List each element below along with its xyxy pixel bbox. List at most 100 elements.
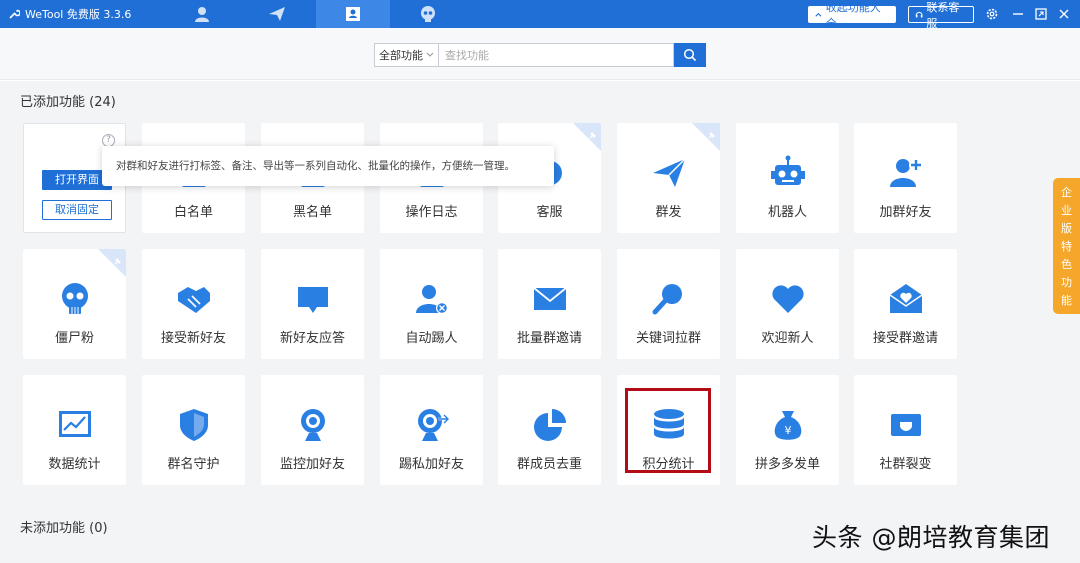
feature-card[interactable]: 社群裂变 [854, 375, 957, 485]
chevron-up-icon [815, 12, 822, 17]
search-bar: 全部功能 [0, 28, 1080, 80]
feature-card-label: 机器人 [767, 205, 807, 220]
feature-card-label: 拼多多发单 [754, 457, 820, 472]
kick-user-icon [412, 279, 452, 319]
nav-tab-send[interactable] [267, 4, 287, 24]
mail-open-heart-icon [886, 279, 926, 319]
enterprise-tab-char: 业 [1061, 204, 1072, 217]
search-button[interactable] [674, 43, 706, 67]
feature-card-label: 操作日志 [405, 205, 458, 220]
maximize-button[interactable] [1033, 6, 1049, 22]
feature-card-label: 群成员去重 [516, 457, 582, 472]
feature-card[interactable]: 自动踢人 [380, 249, 483, 359]
webcam-kick-icon [412, 405, 452, 445]
not-added-section-title: 未添加功能 (0) [20, 521, 108, 536]
search-icon [683, 48, 697, 62]
feature-card[interactable]: 加群好友 [854, 123, 957, 233]
feature-card[interactable]: 机器人 [736, 123, 839, 233]
unpin-button[interactable]: 取消固定 [42, 200, 112, 220]
send-icon [269, 7, 285, 21]
feature-card[interactable]: 僵尸粉 [23, 249, 126, 359]
headset-icon [915, 11, 923, 18]
webcam-icon [293, 405, 333, 445]
pie-chart-icon [530, 405, 570, 445]
close-button[interactable] [1056, 6, 1072, 22]
feature-card[interactable]: 批量群邀请 [498, 249, 601, 359]
nav-tab-user[interactable] [192, 4, 212, 24]
settings-button[interactable] [984, 6, 1000, 22]
enterprise-tab-char: 功 [1061, 276, 1072, 289]
enterprise-tab-char: 色 [1061, 258, 1072, 271]
add-friend-icon [886, 153, 926, 193]
feature-card[interactable]: 踢私加好友 [380, 375, 483, 485]
feature-card[interactable]: 关键词拉群 [617, 249, 720, 359]
maximize-icon [1035, 8, 1047, 20]
skull-icon [421, 6, 435, 22]
feature-card[interactable]: 接受群邀请 [854, 249, 957, 359]
feature-card-label: 批量群邀请 [516, 331, 582, 346]
chat-bubble-icon [293, 279, 333, 319]
mail-icon [530, 279, 570, 319]
nav-tab-contacts[interactable] [343, 4, 363, 24]
robot-icon [768, 153, 808, 193]
app-title: WeTool 免费版 3.3.6 [8, 6, 131, 22]
search-input[interactable] [438, 43, 674, 67]
pin-icon [587, 126, 597, 139]
enterprise-tab-char: 企 [1061, 186, 1072, 199]
contact-support-button[interactable]: 联系客服 [908, 1, 974, 30]
collapse-features-label: 收起功能大全 [825, 0, 881, 30]
feature-card-label: 自动踢人 [405, 331, 458, 346]
tag-icon [886, 405, 926, 445]
feature-card[interactable]: 接受新好友 [142, 249, 245, 359]
enterprise-features-tab[interactable]: 企业版特色功能 [1053, 178, 1080, 314]
heart-icon [768, 279, 808, 319]
close-icon [1059, 9, 1069, 19]
contact-support-label: 联系客服 [926, 0, 960, 30]
feature-card[interactable]: 欢迎新人 [736, 249, 839, 359]
minimize-icon [1013, 13, 1023, 15]
feature-card-label: 监控加好友 [279, 457, 345, 472]
user-icon [195, 7, 209, 22]
feature-tooltip: 对群和好友进行打标签、备注、导出等一系列自动化、批量化的操作，方便统一管理。 [102, 146, 554, 186]
feature-card-label: 客服 [536, 205, 563, 220]
feature-card-label: 接受群邀请 [872, 331, 938, 346]
feature-card-label: 加群好友 [879, 205, 932, 220]
gear-icon [986, 8, 998, 20]
feature-card[interactable]: 群名守护 [142, 375, 245, 485]
money-bag-icon: ¥ [768, 405, 808, 445]
feature-card[interactable]: 监控加好友 [261, 375, 364, 485]
feature-card-label: 关键词拉群 [635, 331, 701, 346]
added-section-title: 已添加功能 (24) [20, 95, 116, 110]
collapse-features-button[interactable]: 收起功能大全 [808, 1, 896, 30]
feature-card-label: 新好友应答 [279, 331, 345, 346]
chevron-down-icon [426, 52, 434, 57]
shield-icon [174, 405, 214, 445]
skull-icon [55, 279, 95, 319]
svg-text:¥: ¥ [784, 424, 791, 437]
enterprise-tab-char: 版 [1061, 222, 1072, 235]
feature-card-label: 踢私加好友 [398, 457, 464, 472]
wrench-icon [9, 9, 20, 19]
feature-card[interactable]: 新好友应答 [261, 249, 364, 359]
contact-card-icon [346, 7, 360, 21]
app-name: WeTool 免费版 3.3.6 [25, 8, 132, 21]
feature-card[interactable]: ¥ 拼多多发单 [736, 375, 839, 485]
feature-card-label: 黑名单 [292, 205, 332, 220]
enterprise-tab-char: 能 [1061, 294, 1072, 307]
send-icon [649, 153, 689, 193]
chart-icon [55, 405, 95, 445]
feature-card-label: 白名单 [173, 205, 213, 220]
feature-card-label: 接受新好友 [160, 331, 226, 346]
feature-card[interactable]: 群成员去重 [498, 375, 601, 485]
feature-card-label: 欢迎新人 [761, 331, 814, 346]
feature-card[interactable]: 数据统计 [23, 375, 126, 485]
pin-icon [706, 126, 716, 139]
feature-card[interactable]: 群发 [617, 123, 720, 233]
handshake-icon [174, 279, 214, 319]
feature-card-label: 群发 [655, 205, 682, 220]
title-bar: WeTool 免费版 3.3.6 收起功能大全 联系客服 [0, 0, 1080, 30]
minimize-button[interactable] [1010, 6, 1026, 22]
nav-tab-zombie[interactable] [418, 4, 438, 24]
pin-icon [112, 252, 122, 265]
search-scope-select[interactable]: 全部功能 [374, 43, 438, 67]
